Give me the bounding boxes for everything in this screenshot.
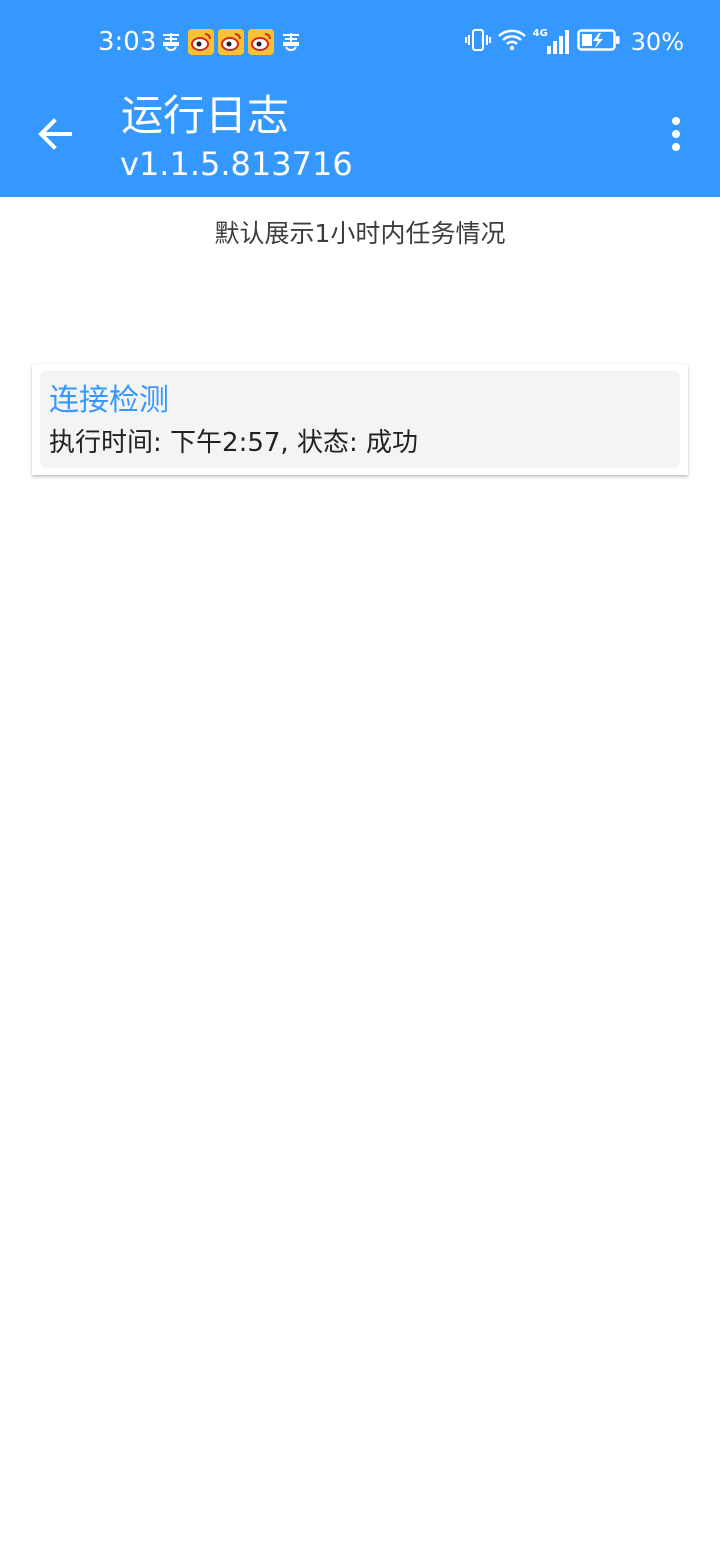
- weibo-icon: [248, 29, 274, 55]
- back-button[interactable]: [22, 106, 88, 162]
- weibo-icon: [218, 29, 244, 55]
- vibrate-icon: [464, 27, 491, 57]
- 4g-signal-icon: 4G: [533, 28, 571, 56]
- wifi-icon: [497, 27, 527, 57]
- time-range-hint: 默认展示1小时内任务情况: [214, 219, 506, 248]
- list-item: 连接检测 执行时间: 下午2:57, 状态: 成功: [40, 371, 680, 468]
- status-bar: 3:03 4G 30%: [0, 0, 720, 84]
- app-bar: 运行日志 v1.1.5.813716: [0, 84, 720, 197]
- arrow-back-icon: [38, 118, 72, 150]
- log-item-detail: 执行时间: 下午2:57, 状态: 成功: [49, 428, 418, 458]
- weibo-icon: [188, 29, 214, 55]
- huiyi-app-icon: [158, 29, 184, 55]
- log-item-title: 连接检测: [49, 383, 169, 418]
- huiyi-app-icon: [278, 29, 304, 55]
- log-item-card[interactable]: 连接检测 执行时间: 下午2:57, 状态: 成功: [32, 364, 688, 475]
- page-subtitle: v1.1.5.813716: [120, 145, 353, 183]
- status-time: 3:03: [98, 27, 157, 57]
- battery-charging-icon: [576, 27, 621, 57]
- more-vertical-icon: [672, 117, 680, 151]
- more-menu-button[interactable]: [652, 106, 700, 162]
- page-title: 运行日志: [121, 91, 290, 140]
- battery-percent: 30%: [630, 28, 684, 56]
- system-status-icons: 4G 30%: [464, 26, 684, 58]
- notification-icons: [158, 28, 304, 56]
